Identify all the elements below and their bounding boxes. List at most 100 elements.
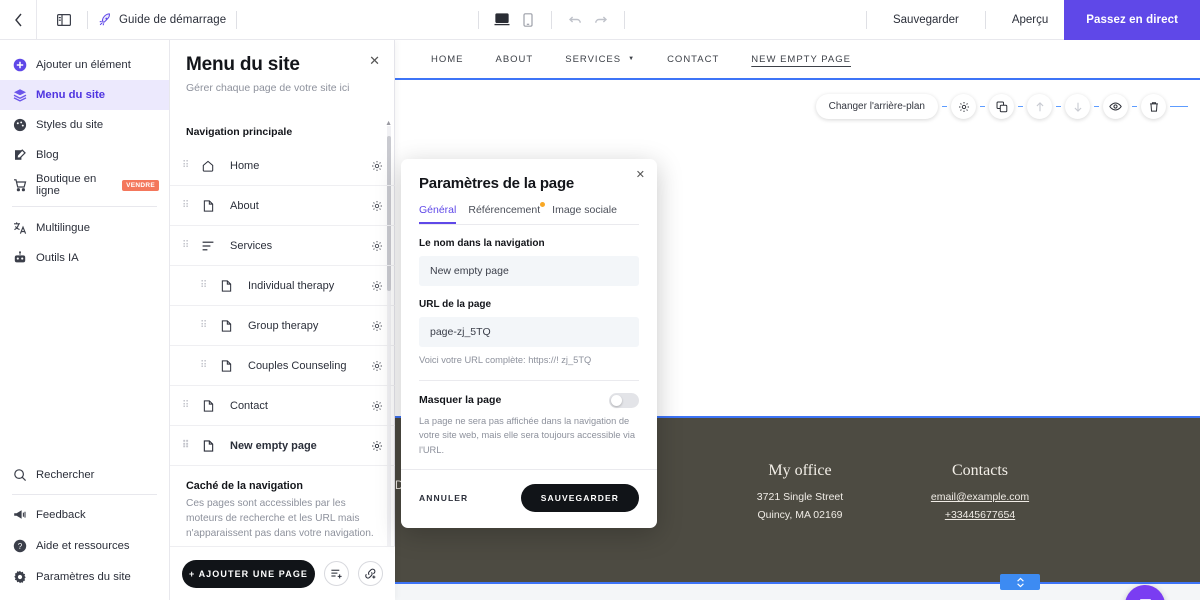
sidebar-item-site-settings[interactable]: Paramètres du site bbox=[0, 561, 169, 592]
sidebar-item-online-store[interactable]: Boutique en ligne VENDRE bbox=[0, 170, 169, 200]
divider bbox=[478, 10, 480, 29]
back-button[interactable] bbox=[0, 0, 36, 40]
page-icon bbox=[198, 439, 218, 452]
drag-handle-icon[interactable]: ⠿ bbox=[182, 240, 196, 250]
change-background-button[interactable]: Changer l'arrière-plan bbox=[815, 94, 938, 119]
table-row[interactable]: ⠿ Couples Counseling bbox=[170, 346, 395, 386]
site-navigation-bar: HOME ABOUT SERVICES ▼ CONTACT NEW EMPTY … bbox=[395, 40, 1200, 78]
nav-name-label: Le nom dans la navigation bbox=[419, 238, 545, 249]
drag-handle-icon[interactable]: ⠿ bbox=[200, 280, 214, 290]
gear-icon[interactable] bbox=[371, 280, 383, 292]
panel-footer: + AJOUTER UNE PAGE bbox=[170, 546, 395, 600]
sidebar-item-label: Styles du site bbox=[36, 119, 104, 131]
chat-icon[interactable] bbox=[1125, 585, 1165, 600]
sidebar-item-search[interactable]: Rechercher bbox=[0, 459, 169, 490]
sidebar-item-label: Ajouter un élément bbox=[36, 59, 131, 71]
preview-button[interactable]: Aperçu bbox=[996, 0, 1064, 40]
save-button[interactable]: SAUVEGARDER bbox=[520, 484, 639, 513]
gear-icon[interactable] bbox=[371, 320, 383, 332]
sidebar-item-ai-tools[interactable]: Outils IA bbox=[0, 243, 169, 273]
sidebar-item-site-menu[interactable]: Menu du site bbox=[0, 80, 169, 110]
site-nav-services[interactable]: SERVICES ▼ bbox=[549, 54, 651, 65]
close-icon[interactable]: ✕ bbox=[369, 54, 380, 67]
site-nav-new-empty-page[interactable]: NEW EMPTY PAGE bbox=[735, 54, 867, 65]
add-page-button[interactable]: + AJOUTER UNE PAGE bbox=[182, 559, 315, 588]
layers-icon bbox=[12, 88, 27, 103]
close-icon[interactable]: ✕ bbox=[636, 168, 645, 181]
undo-icon[interactable] bbox=[562, 7, 588, 33]
tab-social-image[interactable]: Image sociale bbox=[552, 204, 617, 224]
footer-office-line2: Quincy, MA 02169 bbox=[757, 509, 843, 522]
redo-icon[interactable] bbox=[588, 7, 614, 33]
divider bbox=[984, 10, 986, 29]
gear-icon[interactable] bbox=[371, 160, 383, 172]
tab-general[interactable]: Général bbox=[419, 204, 457, 224]
list-icon bbox=[198, 241, 218, 251]
sidebar-item-label: Menu du site bbox=[36, 89, 106, 101]
drag-handle-icon[interactable]: ⠿ bbox=[182, 200, 196, 210]
gear-icon[interactable] bbox=[371, 400, 383, 412]
arrow-down-icon[interactable] bbox=[1065, 94, 1090, 119]
table-row[interactable]: ⠿ Individual therapy bbox=[170, 266, 395, 306]
add-link-icon[interactable] bbox=[358, 561, 383, 586]
hide-page-row: Masquer la page bbox=[419, 392, 639, 408]
sidebar-item-feedback[interactable]: Feedback bbox=[0, 499, 169, 530]
publish-button[interactable]: Passez en direct bbox=[1064, 0, 1200, 40]
tab-seo[interactable]: Référencement bbox=[468, 202, 546, 224]
table-row[interactable]: ⠿ Services bbox=[170, 226, 395, 266]
page-url-input[interactable]: page-zj_5TQ bbox=[419, 317, 639, 347]
editor-window: Guide de démarrage Sauvegarder Aperçu Pa… bbox=[0, 0, 1200, 600]
toolbar-connector bbox=[1094, 106, 1099, 107]
sidebar-item-site-styles[interactable]: Styles du site bbox=[0, 110, 169, 140]
table-row[interactable]: ⠿ Contact bbox=[170, 386, 395, 426]
arrow-up-icon[interactable] bbox=[1027, 94, 1052, 119]
desktop-icon[interactable] bbox=[489, 7, 515, 33]
nav-name-input[interactable]: New empty page bbox=[419, 256, 639, 286]
sidebar-item-blog[interactable]: Blog bbox=[0, 140, 169, 170]
drag-handle-icon[interactable]: ⠿ bbox=[182, 400, 196, 410]
drag-handle-icon[interactable]: ⠿ bbox=[182, 160, 196, 170]
start-guide-button[interactable]: Guide de démarrage bbox=[98, 12, 226, 27]
expand-collapse-icon[interactable] bbox=[1000, 574, 1040, 590]
tab-label: Référencement bbox=[468, 204, 541, 216]
sidebar-item-label: Paramètres du site bbox=[36, 570, 131, 583]
hide-page-toggle[interactable] bbox=[609, 392, 639, 408]
gear-icon[interactable] bbox=[371, 240, 383, 252]
device-and-history-controls bbox=[468, 7, 635, 33]
table-row[interactable]: ⠿ About bbox=[170, 186, 395, 226]
sidebar-item-label: Blog bbox=[36, 149, 59, 161]
drag-handle-icon[interactable]: ⠿ bbox=[200, 320, 214, 330]
table-row[interactable]: ⠿ Home bbox=[170, 146, 395, 186]
trash-icon[interactable] bbox=[1141, 94, 1166, 119]
site-nav-home[interactable]: HOME bbox=[415, 54, 480, 65]
gear-icon[interactable] bbox=[371, 360, 383, 372]
mobile-icon[interactable] bbox=[515, 7, 541, 33]
toolbar-connector bbox=[1132, 106, 1137, 107]
save-button[interactable]: Sauvegarder bbox=[877, 0, 975, 40]
footer-phone-link[interactable]: +33445677654 bbox=[885, 507, 1075, 523]
table-row[interactable]: ⠿ Group therapy bbox=[170, 306, 395, 346]
site-nav-contact[interactable]: CONTACT bbox=[651, 54, 735, 65]
add-list-icon[interactable] bbox=[324, 561, 349, 586]
divider bbox=[419, 379, 639, 381]
eye-icon[interactable] bbox=[1103, 94, 1128, 119]
cancel-button[interactable]: ANNULER bbox=[419, 493, 468, 503]
gear-icon[interactable] bbox=[951, 94, 976, 119]
panel-header: Menu du site Gérer chaque page de votre … bbox=[170, 40, 394, 94]
drag-handle-icon[interactable]: ⠿ bbox=[182, 440, 196, 450]
sidebar-item-help[interactable]: ? Aide et ressources bbox=[0, 530, 169, 561]
page-name: Couples Counseling bbox=[248, 359, 347, 372]
drag-handle-icon[interactable]: ⠿ bbox=[200, 360, 214, 370]
megaphone-icon bbox=[12, 507, 27, 522]
sidebar-item-add-element[interactable]: Ajouter un élément bbox=[0, 50, 169, 80]
site-nav-about[interactable]: ABOUT bbox=[480, 54, 550, 65]
table-row[interactable]: ⠿ New empty page bbox=[170, 426, 395, 466]
footer-email-link[interactable]: email@example.com bbox=[885, 489, 1075, 505]
side-panel-icon[interactable] bbox=[51, 7, 77, 33]
sidebar-item-multilingual[interactable]: Multilingue bbox=[0, 213, 169, 243]
robot-icon bbox=[12, 251, 27, 266]
gear-icon[interactable] bbox=[371, 440, 383, 452]
gear-icon[interactable] bbox=[371, 200, 383, 212]
toolbar-connector bbox=[980, 106, 985, 107]
duplicate-icon[interactable] bbox=[989, 94, 1014, 119]
